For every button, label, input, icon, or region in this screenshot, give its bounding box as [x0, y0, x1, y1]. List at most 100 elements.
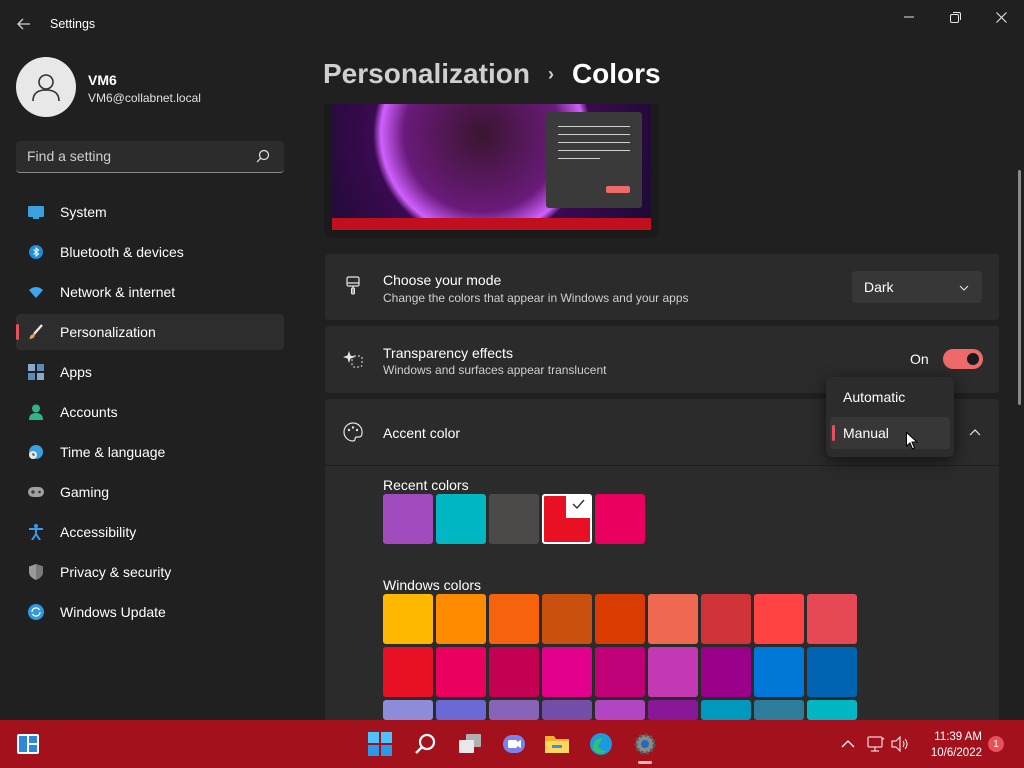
taskbar: 11:39 AM 10/6/2022 1 [0, 720, 1024, 768]
sidebar-item-accessibility[interactable]: Accessibility [16, 514, 284, 550]
network-icon[interactable] [866, 734, 886, 754]
color-swatch[interactable] [701, 700, 751, 720]
transparency-toggle[interactable] [943, 349, 983, 369]
sidebar-item-personalization[interactable]: Personalization [16, 314, 284, 350]
update-icon [28, 604, 44, 620]
palette-icon [343, 422, 363, 442]
avatar[interactable] [16, 57, 76, 117]
back-arrow-icon[interactable] [10, 10, 38, 38]
color-swatch[interactable] [542, 647, 592, 697]
clock-date: 10/6/2022 [930, 747, 982, 759]
minimize-icon[interactable] [886, 0, 932, 34]
color-swatch[interactable] [436, 700, 486, 720]
menu-item-label: Automatic [843, 389, 906, 405]
sidebar-item-apps[interactable]: Apps [16, 354, 284, 390]
preview-taskbar [332, 218, 651, 230]
sidebar-item-network[interactable]: Network & internet [16, 274, 284, 310]
page-title: Colors [571, 58, 661, 89]
color-swatch[interactable] [595, 494, 645, 544]
search-input[interactable] [27, 148, 247, 164]
search-icon[interactable] [256, 149, 272, 165]
color-swatch[interactable] [754, 700, 804, 720]
sidebar-item-label: Windows Update [60, 604, 166, 620]
start-icon[interactable] [364, 728, 396, 760]
sidebar-item-time-language[interactable]: Time & language [16, 434, 284, 470]
paintbrush-icon [343, 276, 363, 296]
settings-icon[interactable] [629, 728, 661, 764]
color-swatch[interactable] [383, 700, 433, 720]
windows-colors-label: Windows colors [383, 577, 482, 593]
color-swatch[interactable] [648, 647, 698, 697]
sidebar-item-accounts[interactable]: Accounts [16, 394, 284, 430]
sidebar-item-label: Bluetooth & devices [60, 244, 184, 260]
sidebar-item-label: Gaming [60, 484, 110, 500]
color-swatch[interactable] [436, 594, 486, 644]
chat-icon[interactable] [498, 728, 530, 760]
accent-color-title: Accent color [383, 425, 461, 441]
mouse-cursor-icon [906, 431, 919, 455]
sidebar-item-system[interactable]: System [16, 194, 284, 230]
theme-preview [324, 104, 659, 238]
brush-icon [28, 324, 44, 340]
menu-item-manual[interactable]: Manual [830, 417, 950, 449]
mode-dropdown-value: Dark [864, 279, 894, 295]
file-explorer-icon[interactable] [541, 728, 573, 760]
color-swatch[interactable] [383, 594, 433, 644]
restore-icon[interactable] [932, 0, 978, 34]
color-swatch[interactable] [754, 647, 804, 697]
sidebar-item-privacy[interactable]: Privacy & security [16, 554, 284, 590]
sidebar-item-gaming[interactable]: Gaming [16, 474, 284, 510]
task-view-icon[interactable] [454, 728, 486, 760]
color-swatch[interactable] [436, 494, 486, 544]
app-title: Settings [50, 17, 96, 31]
color-swatch[interactable] [383, 494, 433, 544]
color-swatch[interactable] [383, 647, 433, 697]
preview-accent-button [606, 186, 630, 193]
color-swatch[interactable] [595, 700, 645, 720]
color-swatch[interactable] [489, 700, 539, 720]
color-swatch[interactable] [807, 700, 857, 720]
color-swatch[interactable] [648, 594, 698, 644]
color-swatch[interactable] [648, 700, 698, 720]
mode-dropdown[interactable]: Dark [852, 271, 982, 303]
chevron-up-icon[interactable] [968, 426, 982, 440]
widgets-icon[interactable] [12, 728, 44, 760]
color-swatch[interactable] [595, 647, 645, 697]
color-swatch[interactable] [542, 494, 592, 544]
edge-icon[interactable] [585, 728, 617, 760]
color-swatch[interactable] [436, 647, 486, 697]
scrollbar[interactable] [1018, 170, 1021, 405]
color-swatch[interactable] [489, 594, 539, 644]
color-swatch[interactable] [701, 594, 751, 644]
color-swatch[interactable] [807, 647, 857, 697]
transparency-title: Transparency effects [383, 345, 513, 361]
close-icon[interactable] [978, 0, 1024, 34]
bluetooth-icon [28, 244, 44, 260]
menu-item-automatic[interactable]: Automatic [830, 381, 950, 413]
color-swatch[interactable] [542, 700, 592, 720]
breadcrumb-parent[interactable]: Personalization [323, 58, 530, 90]
color-swatch[interactable] [754, 594, 804, 644]
mode-card: Choose your mode Change the colors that … [325, 254, 999, 320]
accessibility-icon [28, 524, 44, 540]
search-icon[interactable] [409, 728, 441, 760]
volume-icon[interactable] [890, 734, 910, 754]
clock-time: 11:39 AM [934, 731, 982, 743]
sidebar-item-bluetooth[interactable]: Bluetooth & devices [16, 234, 284, 270]
search-box[interactable] [16, 141, 284, 173]
breadcrumb: Personalization › Colors [323, 58, 661, 90]
menu-item-label: Manual [843, 425, 889, 441]
color-swatch[interactable] [542, 594, 592, 644]
color-swatch[interactable] [595, 594, 645, 644]
color-swatch[interactable] [489, 494, 539, 544]
chevron-up-icon[interactable] [838, 734, 858, 754]
clock[interactable]: 11:39 AM 10/6/2022 [918, 729, 982, 761]
notification-badge[interactable]: 1 [988, 736, 1004, 752]
color-swatch[interactable] [701, 647, 751, 697]
person-icon [32, 74, 60, 102]
sidebar-item-label: Apps [60, 364, 92, 380]
color-swatch[interactable] [807, 594, 857, 644]
shield-icon [28, 564, 44, 580]
sidebar-item-windows-update[interactable]: Windows Update [16, 594, 284, 630]
color-swatch[interactable] [489, 647, 539, 697]
